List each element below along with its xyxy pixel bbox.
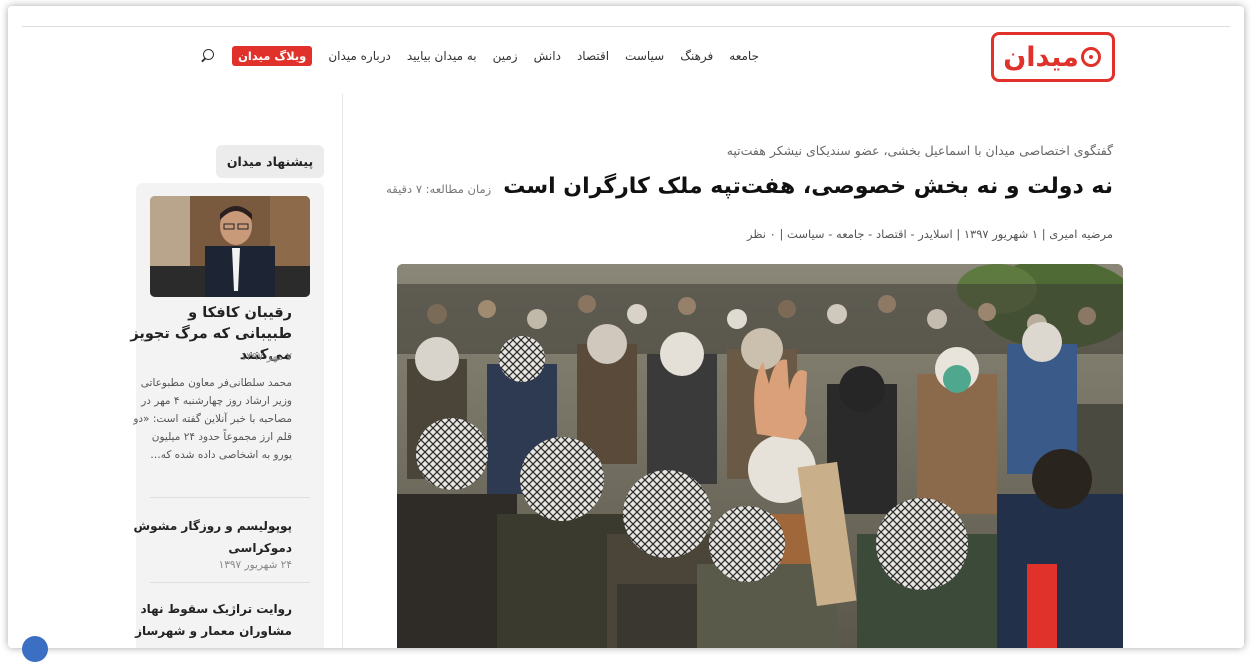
article-title[interactable]: نه دولت و نه بخش خصوصی، هفت‌تپه ملک کارگ… (503, 174, 1113, 199)
nav-blog-button[interactable]: وبلاگ میدان (232, 46, 313, 66)
nav-item-science[interactable]: دانش (534, 49, 561, 63)
top-divider (22, 26, 1230, 27)
article-meta: مرضیه امیری | ۱ شهریور ۱۳۹۷ | اسلایدر - … (747, 227, 1113, 241)
nav-item-society[interactable]: جامعه (729, 49, 759, 63)
logo-o-mark (1080, 47, 1101, 67)
article-photo (397, 264, 1123, 648)
sidebar-divider (150, 582, 310, 583)
column-divider (342, 94, 343, 648)
read-time: زمان مطالعه: ۷ دقیقه (386, 182, 492, 196)
article-kicker: گفتگوی اختصاصی میدان با اسماعیل بخشی، عض… (726, 143, 1113, 158)
sidebar-heading: پیشنهاد میدان (216, 145, 324, 178)
sidebar-item-title[interactable]: پوپولیسم و روزگار مشوش دموکراسی (132, 515, 292, 559)
chat-bubble-icon[interactable] (22, 636, 48, 662)
sidebar-featured-excerpt: محمد سلطانی‌فر معاون مطبوعاتی وزیر ارشاد… (133, 377, 292, 461)
logo-text: میدان (1003, 41, 1079, 73)
nav-item-earth[interactable]: زمین (493, 49, 518, 63)
site-logo[interactable]: میدان (991, 32, 1115, 82)
sidebar-featured-image[interactable] (150, 196, 310, 297)
sidebar-divider (150, 497, 310, 498)
nav-item-about[interactable]: درباره میدان (328, 49, 391, 63)
nav-item-culture[interactable]: فرهنگ (680, 49, 713, 63)
nav-item-politics[interactable]: سیاست (625, 49, 664, 63)
protest-photo (397, 264, 1123, 648)
main-nav: جامعه فرهنگ سیاست اقتصاد دانش زمین به می… (200, 46, 759, 66)
sidebar-item-date: ۲۴ شهریور ۱۳۹۷ (218, 559, 292, 571)
nav-item-economy[interactable]: اقتصاد (577, 49, 609, 63)
nav-item-join[interactable]: به میدان بیایید (407, 49, 477, 63)
sidebar-item-title[interactable]: روایت تراژیک سقوط نهاد مشاوران معمار و ش… (132, 598, 292, 642)
article-title-row: نه دولت و نه بخش خصوصی، هفت‌تپه ملک کارگ… (386, 174, 1113, 199)
portrait-photo (150, 196, 310, 297)
search-icon[interactable] (200, 48, 216, 64)
sidebar-featured-date: ۷ مهر ۱۳۹۷ (240, 351, 292, 363)
browser-page: میدان جامعه فرهنگ سیاست اقتصاد دانش زمین… (8, 6, 1244, 648)
